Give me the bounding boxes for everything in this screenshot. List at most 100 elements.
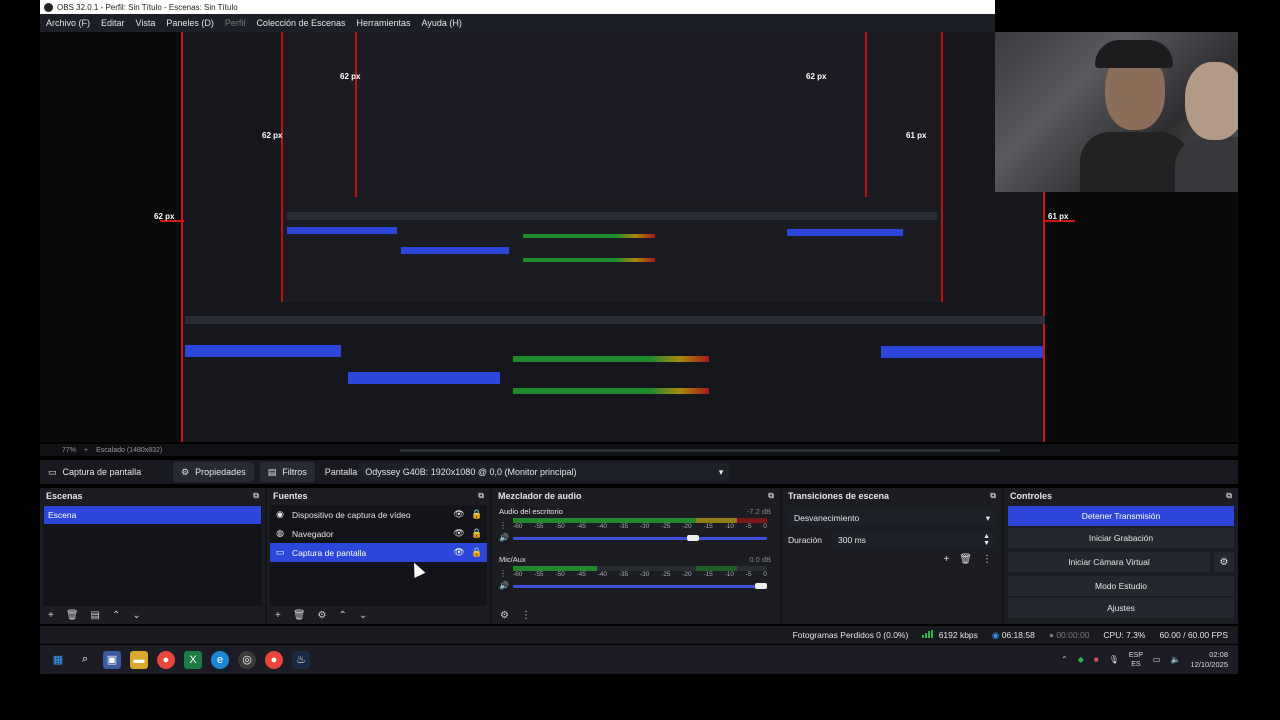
studio-mode-button[interactable]: Modo Estudio [1008,576,1234,596]
keyboard-code: ES [1131,660,1141,668]
excel-icon[interactable]: X [184,650,202,669]
volume-slider[interactable] [513,585,767,588]
source-label: Dispositivo de captura de vídeo [292,509,411,520]
channel-menu-icon[interactable]: ⋮ [499,569,507,578]
store-icon[interactable]: ▣ [103,650,121,669]
mixer-title: Mezclador de audio [498,491,582,501]
move-up-icon[interactable]: ⌃ [339,610,347,621]
scale-mode[interactable]: Escalado (1480x832) [96,447,162,454]
tick-label: -25 [661,571,671,578]
windows-start-icon[interactable]: ▦ [49,651,67,669]
speaker-icon[interactable]: 🔊 [499,533,509,542]
microphone-icon[interactable]: 🎙 [1109,655,1119,664]
source-item-video-capture[interactable]: ◉ Dispositivo de captura de vídeo 👁 🔒 [270,505,487,524]
filters-button[interactable]: ▤ Filtros [259,462,315,482]
tray-app-icon[interactable]: ◆ [1078,655,1084,664]
chevron-down-icon: ▾ [718,466,724,477]
add-transition-icon[interactable]: + [943,554,949,565]
zoom-add-icon[interactable]: + [84,447,88,454]
edge-icon[interactable]: e [211,650,229,669]
volume-icon[interactable]: 🔈 [1170,655,1180,664]
transition-tools: + 🗑 ⋮ [943,554,992,565]
dock-popout-icon[interactable]: ⧉ [478,491,484,501]
search-icon[interactable]: ⌕ [76,651,94,669]
settings-button[interactable]: Ajustes [1008,598,1234,618]
dock-popout-icon[interactable]: ⧉ [253,491,259,501]
mixer-menu-icon[interactable]: ⋮ [521,610,531,621]
tick-label: -25 [661,523,671,530]
source-label: Captura de pantalla [292,547,367,558]
obs-icon[interactable]: ◎ [238,650,256,669]
tick-label: -20 [682,523,692,530]
menu-editar[interactable]: Editar [101,18,125,28]
add-scene-icon[interactable]: + [48,610,54,621]
clock[interactable]: 02:08 12/10/2025 [1190,650,1228,670]
lock-icon[interactable]: 🔒 [471,547,483,558]
tick-label: -15 [703,523,713,530]
context-source: ▭ Captura de pantalla [40,462,149,482]
source-properties-icon[interactable]: ⚙ [318,610,327,621]
add-source-icon[interactable]: + [275,610,281,621]
source-item-screen-capture[interactable]: ▭ Captura de pantalla 👁 🔒 [270,543,487,562]
preview-canvas[interactable]: 62 px 62 px 62 px 61 px 61 px 62 px [40,32,1238,442]
source-item-browser[interactable]: ◍ Navegador 👁 🔒 [270,524,487,543]
display-select[interactable]: Odyssey G40B: 1920x1080 @ 0,0 (Monitor p… [359,463,730,481]
remove-source-icon[interactable]: 🗑 [293,610,306,621]
move-up-icon[interactable]: ⌃ [112,610,120,621]
volume-knob[interactable] [755,583,767,589]
zoom-level[interactable]: 77% [62,447,76,454]
window-title: OBS 32.0.1 - Perfil: Sin Título - Escena… [57,2,238,12]
steam-icon[interactable]: ♨ [292,650,310,669]
volume-slider[interactable] [513,537,767,540]
remove-transition-icon[interactable]: 🗑 [959,554,972,565]
eye-icon[interactable]: 👁 [453,528,465,539]
scene-item[interactable]: Escena [44,506,261,524]
menu-herramientas[interactable]: Herramientas [357,18,411,28]
chrome-profile-icon[interactable]: ● [265,650,283,669]
menu-coleccion-escenas[interactable]: Colección de Escenas [256,18,345,28]
transition-menu-icon[interactable]: ⋮ [982,554,992,565]
remove-scene-icon[interactable]: 🗑 [66,610,79,621]
start-recording-button[interactable]: Iniciar Grabación [1008,528,1234,548]
clock-date: 12/10/2025 [1190,659,1228,669]
tick-label: -40 [597,523,608,530]
preview-scrollbar[interactable] [400,449,1000,452]
virtual-camera-button[interactable]: Iniciar Cámara Virtual [1008,552,1210,572]
transition-select[interactable]: Desvanecimiento ▾ [788,510,996,526]
language-indicator[interactable]: ESP ES [1129,651,1143,669]
globe-icon: ◍ [276,528,284,538]
chrome-icon[interactable]: ● [157,650,175,669]
sources-list: ◉ Dispositivo de captura de vídeo 👁 🔒 ◍ … [270,505,487,606]
move-down-icon[interactable]: ⌄ [359,610,367,621]
eye-icon[interactable]: 👁 [453,509,465,520]
network-icon[interactable]: ▭ [1153,655,1161,664]
windows-taskbar: ▦ ⌕ ▣ ▬ ● X e ◎ ● ♨ ⌃ ◆ ■ 🎙 ESP ES ▭ 🔈 0… [40,645,1238,674]
channel-menu-icon[interactable]: ⋮ [499,521,507,530]
move-down-icon[interactable]: ⌄ [132,610,140,621]
menu-perfil[interactable]: Perfil [225,18,246,28]
lock-icon[interactable]: 🔒 [471,528,483,539]
eye-icon[interactable]: 👁 [453,547,465,558]
advanced-audio-icon[interactable]: ⚙ [500,610,509,621]
stepper-icon[interactable]: ▲ ▼ [983,533,990,547]
chevron-up-icon[interactable]: ⌃ [1061,655,1068,664]
volume-knob[interactable] [687,535,700,541]
gear-icon: ⚙ [181,466,190,477]
properties-button[interactable]: ⚙ Propiedades [173,462,254,482]
chevron-down-icon: ▾ [985,512,990,523]
lock-icon[interactable]: 🔒 [471,509,483,520]
dock-popout-icon[interactable]: ⧉ [768,491,774,501]
dock-popout-icon[interactable]: ⧉ [990,491,996,501]
tray-app-2-icon[interactable]: ■ [1094,655,1099,664]
file-explorer-icon[interactable]: ▬ [130,650,148,669]
scene-filters-icon[interactable]: ▤ [91,610,100,621]
virtual-camera-settings-gear-icon[interactable]: ⚙ [1214,552,1234,572]
menu-ayuda[interactable]: Ayuda (H) [422,18,462,28]
stop-stream-button[interactable]: Detener Transmisión [1008,506,1234,526]
menu-paneles[interactable]: Paneles (D) [166,18,214,28]
dock-popout-icon[interactable]: ⧉ [1226,491,1232,501]
duration-input[interactable]: 300 ms ▲ ▼ [832,532,996,548]
menu-vista[interactable]: Vista [136,18,156,28]
menu-archivo[interactable]: Archivo (F) [46,18,90,28]
speaker-icon[interactable]: 🔊 [499,581,509,590]
